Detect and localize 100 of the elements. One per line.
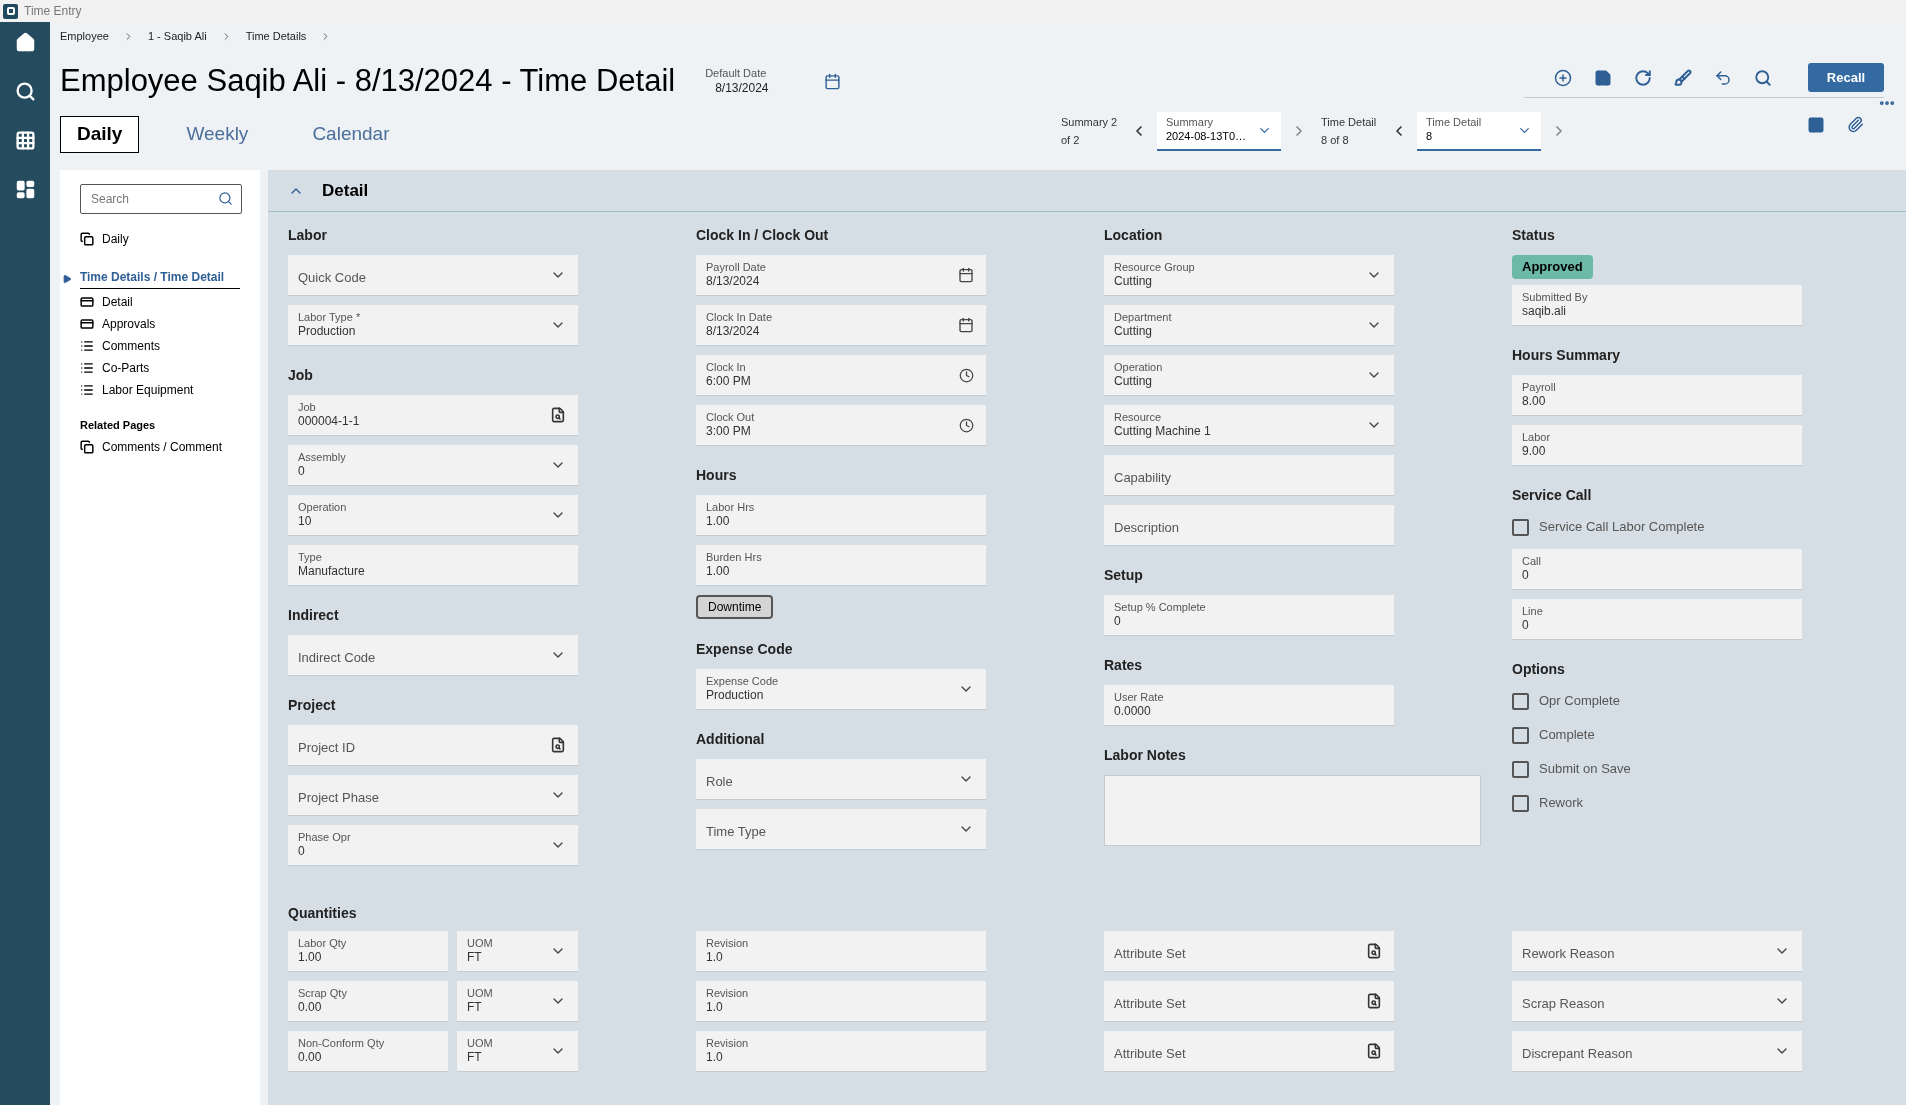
related-pages-heading: Related Pages — [80, 418, 157, 433]
grid-icon[interactable] — [14, 130, 36, 151]
input-field[interactable]: Capability — [1104, 455, 1394, 495]
broom-icon[interactable] — [1674, 68, 1692, 87]
clock-icon[interactable] — [959, 367, 974, 383]
checkbox-label: Submit on Save — [1539, 760, 1631, 779]
lookup-field[interactable]: Attribute Set — [1104, 1031, 1394, 1071]
dropdown-field[interactable]: Expense Code Production — [696, 669, 986, 709]
sidebar-item[interactable]: Labor Equipment — [80, 379, 240, 401]
dropdown-field[interactable]: Role — [696, 759, 986, 799]
input-field[interactable]: Call 0 — [1512, 549, 1802, 589]
attachment-icon[interactable] — [1847, 116, 1864, 133]
sidebar-item[interactable]: Co-Parts — [80, 357, 240, 379]
lookup-field[interactable]: Attribute Set — [1104, 931, 1394, 971]
input-field[interactable]: Payroll 8.00 — [1512, 375, 1802, 415]
section-heading: Labor — [288, 226, 328, 245]
input-field[interactable]: Labor Qty 1.00 — [288, 931, 448, 971]
checkbox[interactable] — [1512, 518, 1529, 536]
breadcrumb-link[interactable]: Employee — [60, 27, 109, 45]
downtime-button[interactable]: Downtime — [696, 595, 774, 619]
home-icon[interactable] — [14, 32, 36, 53]
search-icon[interactable] — [1754, 68, 1772, 87]
input-field[interactable]: Revision 1.0 — [696, 931, 986, 971]
add-icon[interactable] — [1554, 68, 1572, 87]
dropdown-field[interactable]: Operation Cutting — [1104, 355, 1394, 395]
sidebar-item[interactable]: Detail — [80, 291, 240, 313]
dropdown-field[interactable]: Labor Type * Production — [288, 305, 578, 345]
checkbox-label: Rework — [1539, 794, 1584, 813]
input-field[interactable]: Type Manufacture — [288, 545, 578, 585]
dropdown-field[interactable]: UOM FT — [457, 931, 578, 971]
dashboard-icon[interactable] — [14, 179, 36, 200]
dropdown-field[interactable]: Scrap Reason — [1512, 981, 1802, 1021]
time-field[interactable]: Clock In 6:00 PM — [696, 355, 986, 395]
input-field[interactable]: Line 0 — [1512, 599, 1802, 639]
view-tab[interactable]: Calendar — [295, 115, 407, 153]
checkbox[interactable] — [1512, 760, 1529, 778]
recall-button[interactable]: Recall — [1808, 63, 1884, 92]
input-field[interactable]: Non-Conform Qty 0.00 — [288, 1031, 448, 1071]
sidebar-item[interactable]: Comments / Comment — [80, 435, 240, 458]
detail-header[interactable]: Detail — [268, 170, 1906, 212]
search-icon[interactable] — [14, 81, 36, 102]
dropdown-field[interactable]: Project Phase — [288, 775, 578, 815]
dropdown-field[interactable]: Discrepant Reason — [1512, 1031, 1802, 1071]
section-heading: Labor Notes — [1104, 746, 1187, 765]
date-field[interactable]: Clock In Date 8/13/2024 — [696, 305, 986, 345]
search-document-icon[interactable] — [550, 407, 566, 423]
search-document-icon[interactable] — [550, 737, 566, 753]
clock-icon[interactable] — [959, 417, 974, 433]
input-field[interactable]: Setup % Complete 0 — [1104, 595, 1394, 635]
dropdown-field[interactable]: UOM FT — [457, 981, 578, 1021]
sidebar-item[interactable]: Daily — [80, 228, 240, 250]
dropdown-field[interactable]: Resource Group Cutting — [1104, 255, 1394, 295]
dropdown-field[interactable]: Resource Cutting Machine 1 — [1104, 405, 1394, 445]
input-field[interactable]: Scrap Qty 0.00 — [288, 981, 448, 1021]
sidebar-item[interactable]: Comments — [80, 335, 240, 357]
checkbox[interactable] — [1512, 726, 1529, 744]
calendar-icon[interactable] — [958, 267, 974, 283]
lookup-field[interactable]: Project ID — [288, 725, 578, 765]
sidebar-group[interactable]: Time Details / Time Detail — [79, 268, 240, 289]
input-field[interactable]: Submitted By saqib.ali — [1512, 285, 1802, 325]
section-heading: Indirect — [288, 606, 340, 625]
search-document-icon[interactable] — [1366, 943, 1382, 959]
input-field[interactable]: Burden Hrs 1.00 — [696, 545, 986, 585]
refresh-icon[interactable] — [1634, 68, 1652, 87]
time-field[interactable]: Clock Out 3:00 PM — [696, 405, 986, 445]
calendar-icon[interactable] — [823, 72, 841, 90]
undo-icon[interactable] — [1714, 68, 1732, 87]
dropdown-field[interactable]: Rework Reason — [1512, 931, 1802, 971]
dropdown-field[interactable]: Operation 10 — [288, 495, 578, 535]
view-tab[interactable]: Daily — [60, 115, 140, 153]
checkbox[interactable] — [1512, 692, 1529, 710]
input-field[interactable]: Revision 1.0 — [696, 1031, 986, 1071]
section-heading: Additional — [696, 730, 766, 749]
input-field[interactable]: Labor 9.00 — [1512, 425, 1802, 465]
search-document-icon[interactable] — [1366, 993, 1382, 1009]
sidebar-item[interactable]: Approvals — [80, 313, 240, 335]
search-document-icon[interactable] — [1366, 1043, 1382, 1059]
input-field[interactable]: Description — [1104, 505, 1394, 545]
dropdown-field[interactable]: Phase Opr 0 — [288, 825, 578, 865]
calendar-icon[interactable] — [958, 317, 974, 333]
lookup-field[interactable]: Attribute Set — [1104, 981, 1394, 1021]
dropdown-field[interactable]: Time Type — [696, 809, 986, 849]
record-dropdown[interactable]: Summary 2024-08-13T0… — [1157, 111, 1281, 151]
record-dropdown[interactable]: Time Detail 8 — [1417, 111, 1541, 151]
dropdown-field[interactable]: Quick Code — [288, 255, 578, 295]
input-field[interactable]: Revision 1.0 — [696, 981, 986, 1021]
search-icon[interactable] — [218, 191, 233, 206]
date-field[interactable]: Payroll Date 8/13/2024 — [696, 255, 986, 295]
lookup-field[interactable]: Job 000004-1-1 — [288, 395, 578, 435]
input-field[interactable]: Labor Hrs 1.00 — [696, 495, 986, 535]
breadcrumb-link[interactable]: 1 - Saqib Ali — [147, 27, 207, 45]
input-field[interactable]: User Rate 0.0000 — [1104, 685, 1394, 725]
view-tab[interactable]: Weekly — [169, 115, 266, 153]
dropdown-field[interactable]: Assembly 0 — [288, 445, 578, 485]
search-field[interactable]: Search — [80, 184, 242, 214]
checkbox[interactable] — [1512, 794, 1529, 812]
dropdown-field[interactable]: Department Cutting — [1104, 305, 1394, 345]
dropdown-field[interactable]: Indirect Code — [288, 635, 578, 675]
breadcrumb-link[interactable]: Time Details — [245, 27, 307, 45]
dropdown-field[interactable]: UOM FT — [457, 1031, 578, 1071]
